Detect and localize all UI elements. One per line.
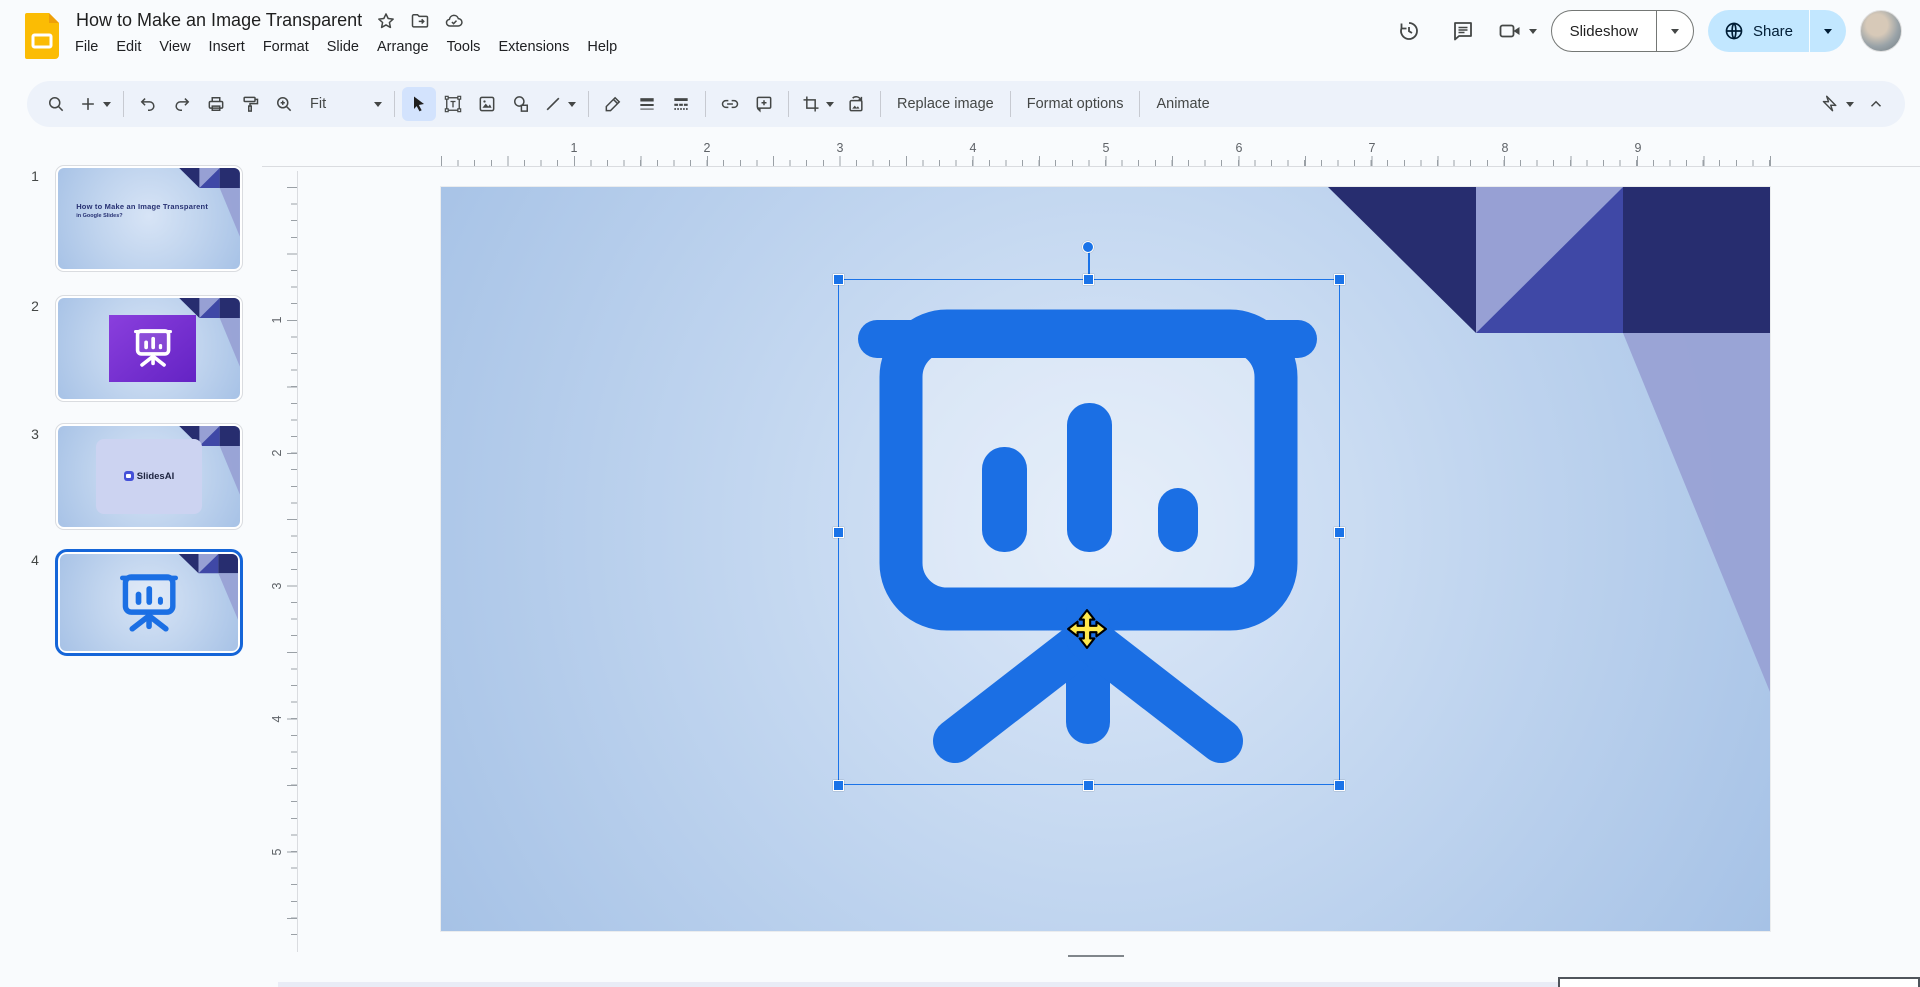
slide-1-thumbnail[interactable]: How to Make an Image Transparent in Goog…: [55, 165, 243, 272]
share-button[interactable]: Share: [1708, 10, 1809, 52]
paint-format-button[interactable]: [233, 87, 267, 121]
menu-edit[interactable]: Edit: [107, 36, 150, 58]
fit-caret: [374, 102, 382, 107]
rotate-handle[interactable]: [1082, 241, 1094, 253]
format-options-button[interactable]: Format options: [1018, 87, 1133, 121]
comments-icon[interactable]: [1443, 11, 1483, 51]
presentation-chart-icon: [120, 574, 178, 632]
handle-bottom-right[interactable]: [1334, 780, 1345, 791]
hide-menus-button[interactable]: [1859, 87, 1893, 121]
select-tool-button[interactable]: [402, 87, 436, 121]
crop-image-button[interactable]: [796, 87, 839, 121]
move-folder-icon[interactable]: [410, 11, 430, 31]
menu-arrange[interactable]: Arrange: [368, 36, 438, 58]
border-color-button[interactable]: [596, 87, 630, 121]
new-slide-button[interactable]: [73, 87, 116, 121]
slideshow-button[interactable]: Slideshow: [1552, 11, 1656, 51]
slide-3-thumbnail[interactable]: SlidesAI: [55, 423, 243, 530]
undo-button[interactable]: [131, 87, 165, 121]
presentation-chart-icon: [134, 329, 172, 367]
print-button[interactable]: [199, 87, 233, 121]
share-caret[interactable]: [1810, 10, 1846, 52]
editing-mode-button[interactable]: [1816, 87, 1859, 121]
search-menus-button[interactable]: [39, 87, 73, 121]
border-weight-button[interactable]: [630, 87, 664, 121]
menu-extensions[interactable]: Extensions: [489, 36, 578, 58]
menu-format[interactable]: Format: [254, 36, 318, 58]
bottom-panel-edge: [278, 982, 1558, 987]
notes-resize-handle[interactable]: [1068, 955, 1124, 957]
meet-caret-icon: [1529, 29, 1537, 34]
replace-image-button[interactable]: Replace image: [888, 87, 1003, 121]
zoom-button[interactable]: [267, 87, 301, 121]
menu-help[interactable]: Help: [578, 36, 626, 58]
redo-button[interactable]: [165, 87, 199, 121]
slide-4-number: 4: [26, 552, 44, 568]
add-comment-button[interactable]: [747, 87, 781, 121]
toolbar: Fit Replace image Format opt: [27, 81, 1905, 127]
line-caret: [568, 102, 576, 107]
slideshow-split-button: Slideshow: [1551, 10, 1694, 52]
handle-top-left[interactable]: [833, 274, 844, 285]
cloud-saved-icon[interactable]: [444, 11, 464, 31]
slides-logo[interactable]: [25, 13, 59, 59]
globe-icon: [1724, 21, 1744, 41]
slidesai-logo-text: SlidesAI: [137, 471, 175, 482]
new-slide-caret: [103, 102, 111, 107]
insert-line-button[interactable]: [538, 87, 581, 121]
text-box-tool-button[interactable]: [436, 87, 470, 121]
reset-image-button[interactable]: [839, 87, 873, 121]
zoom-fit-select[interactable]: Fit: [301, 87, 387, 121]
slideshow-caret[interactable]: [1657, 11, 1693, 51]
handle-bottom-center[interactable]: [1083, 780, 1094, 791]
mask-image-caret: [826, 102, 834, 107]
insert-shape-button[interactable]: [504, 87, 538, 121]
thumb-1-title: How to Make an Image Transparent: [76, 202, 231, 211]
menu-insert[interactable]: Insert: [200, 36, 254, 58]
topbar: How to Make an Image Transparent File Ed…: [0, 0, 1920, 78]
menu-file[interactable]: File: [66, 36, 107, 58]
star-icon[interactable]: [376, 11, 396, 31]
slide-1-number: 1: [26, 168, 44, 184]
meet-join-button[interactable]: [1497, 19, 1537, 43]
menu-slide[interactable]: Slide: [318, 36, 368, 58]
animate-button[interactable]: Animate: [1147, 87, 1218, 121]
thumb-1-subtitle: in Google Slides?: [76, 213, 231, 219]
handle-mid-right[interactable]: [1334, 527, 1345, 538]
slide-3-number: 3: [26, 426, 44, 442]
selection-bounding-box: [838, 279, 1340, 785]
menu-view[interactable]: View: [150, 36, 199, 58]
handle-top-center[interactable]: [1083, 274, 1094, 285]
slide-4-thumbnail-selected[interactable]: [55, 549, 243, 656]
slide-2-thumbnail[interactable]: [55, 295, 243, 402]
handle-top-right[interactable]: [1334, 274, 1345, 285]
share-split-button: Share: [1708, 10, 1846, 52]
insert-image-button[interactable]: [470, 87, 504, 121]
insert-link-button[interactable]: [713, 87, 747, 121]
thumb-2-purple-image: [109, 315, 196, 382]
editing-mode-caret: [1846, 102, 1854, 107]
version-history-icon[interactable]: [1389, 11, 1429, 51]
slide-2-number: 2: [26, 298, 44, 314]
move-cursor-icon: [1066, 608, 1108, 650]
menubar: File Edit View Insert Format Slide Arran…: [66, 36, 626, 58]
account-avatar[interactable]: [1860, 10, 1902, 52]
slidesai-logo-icon: [124, 471, 134, 481]
handle-bottom-left[interactable]: [833, 780, 844, 791]
clipped-caption-box: [1558, 977, 1920, 987]
border-dash-button[interactable]: [664, 87, 698, 121]
handle-mid-left[interactable]: [833, 527, 844, 538]
doc-title[interactable]: How to Make an Image Transparent: [76, 10, 362, 31]
menu-tools[interactable]: Tools: [438, 36, 490, 58]
